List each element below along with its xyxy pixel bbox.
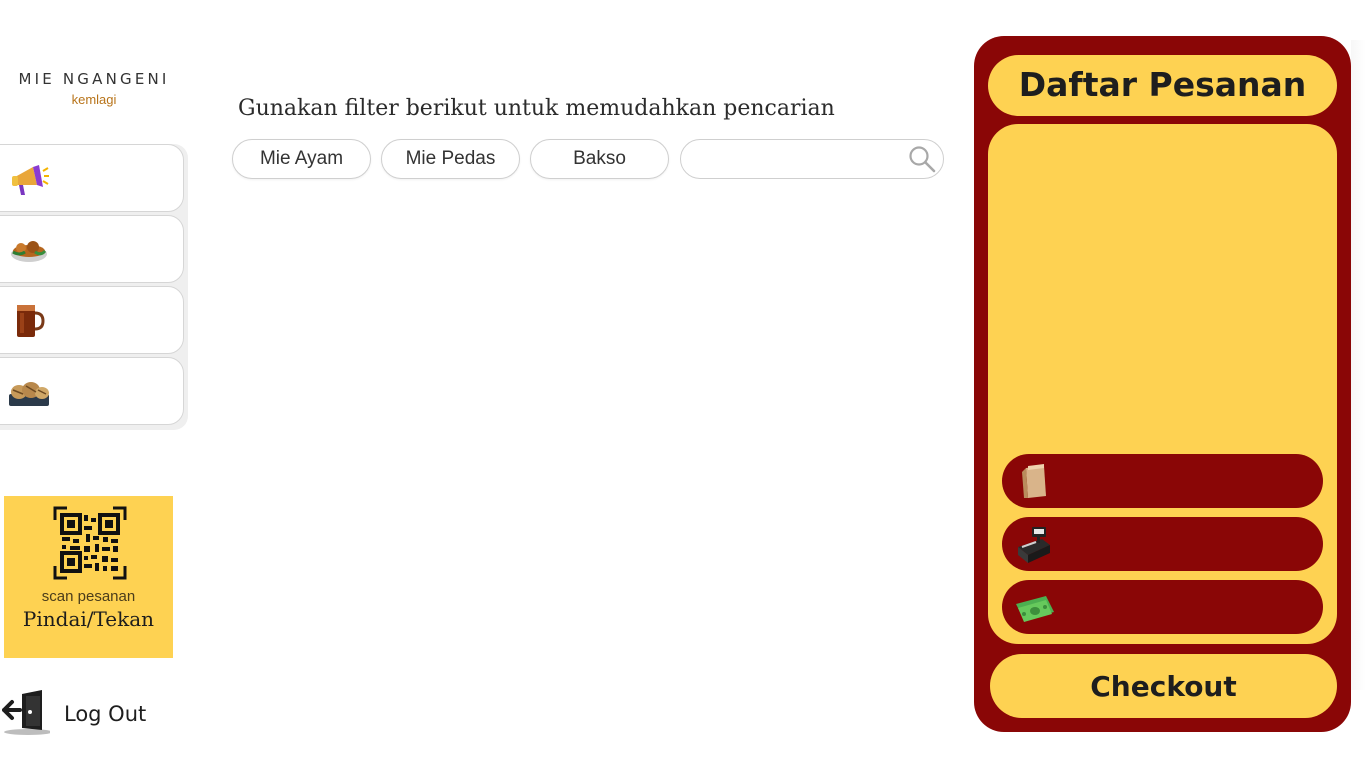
search-box: [680, 139, 944, 179]
order-panel-title: Daftar Pesanan: [988, 55, 1337, 116]
order-panel: Daftar Pesanan Checkout: [974, 36, 1351, 732]
checkout-button[interactable]: Checkout: [990, 654, 1337, 718]
brand-tagline: kemlagi: [71, 92, 117, 107]
search-input[interactable]: [680, 139, 944, 179]
cash-register-icon: [1018, 527, 1050, 563]
logout-label: Log Out: [64, 702, 147, 726]
category-item-promo[interactable]: [0, 144, 184, 212]
cash-money-icon: [1016, 596, 1054, 622]
door-exit-icon: [2, 690, 50, 735]
category-item-food[interactable]: [0, 215, 184, 283]
iced-tea-icon: [17, 305, 45, 337]
category-item-drink[interactable]: [0, 286, 184, 354]
qr-action-label: Pindai/Tekan: [22, 607, 155, 631]
brand: MIE NGANGENI kemlagi: [0, 70, 188, 107]
order-option-cash[interactable]: [1002, 580, 1323, 634]
paper-bag-icon: [1022, 464, 1046, 498]
filter-chip-mie-pedas[interactable]: Mie Pedas: [381, 139, 520, 179]
filter-chip-mie-ayam[interactable]: Mie Ayam: [232, 139, 371, 179]
brand-name: MIE NGANGENI: [18, 70, 170, 88]
logout-button[interactable]: Log Out: [2, 690, 172, 738]
order-option-cashier[interactable]: [1002, 517, 1323, 571]
qr-caption: scan pesanan: [41, 588, 136, 605]
category-list: [0, 144, 188, 430]
megaphone-icon: [12, 165, 49, 195]
order-option-takeaway[interactable]: [1002, 454, 1323, 508]
qr-code-icon: [53, 506, 127, 580]
qr-scan-button[interactable]: scan pesanan Pindai/Tekan: [4, 496, 173, 658]
category-item-snack[interactable]: [0, 357, 184, 425]
filter-chip-bakso[interactable]: Bakso: [530, 139, 669, 179]
snack-platter-icon: [9, 382, 49, 406]
edge-shadow: [1351, 40, 1366, 690]
food-bowl-icon: [11, 241, 47, 262]
order-list: [988, 124, 1337, 644]
filter-heading: Gunakan filter berikut untuk memudahkan …: [238, 96, 835, 121]
